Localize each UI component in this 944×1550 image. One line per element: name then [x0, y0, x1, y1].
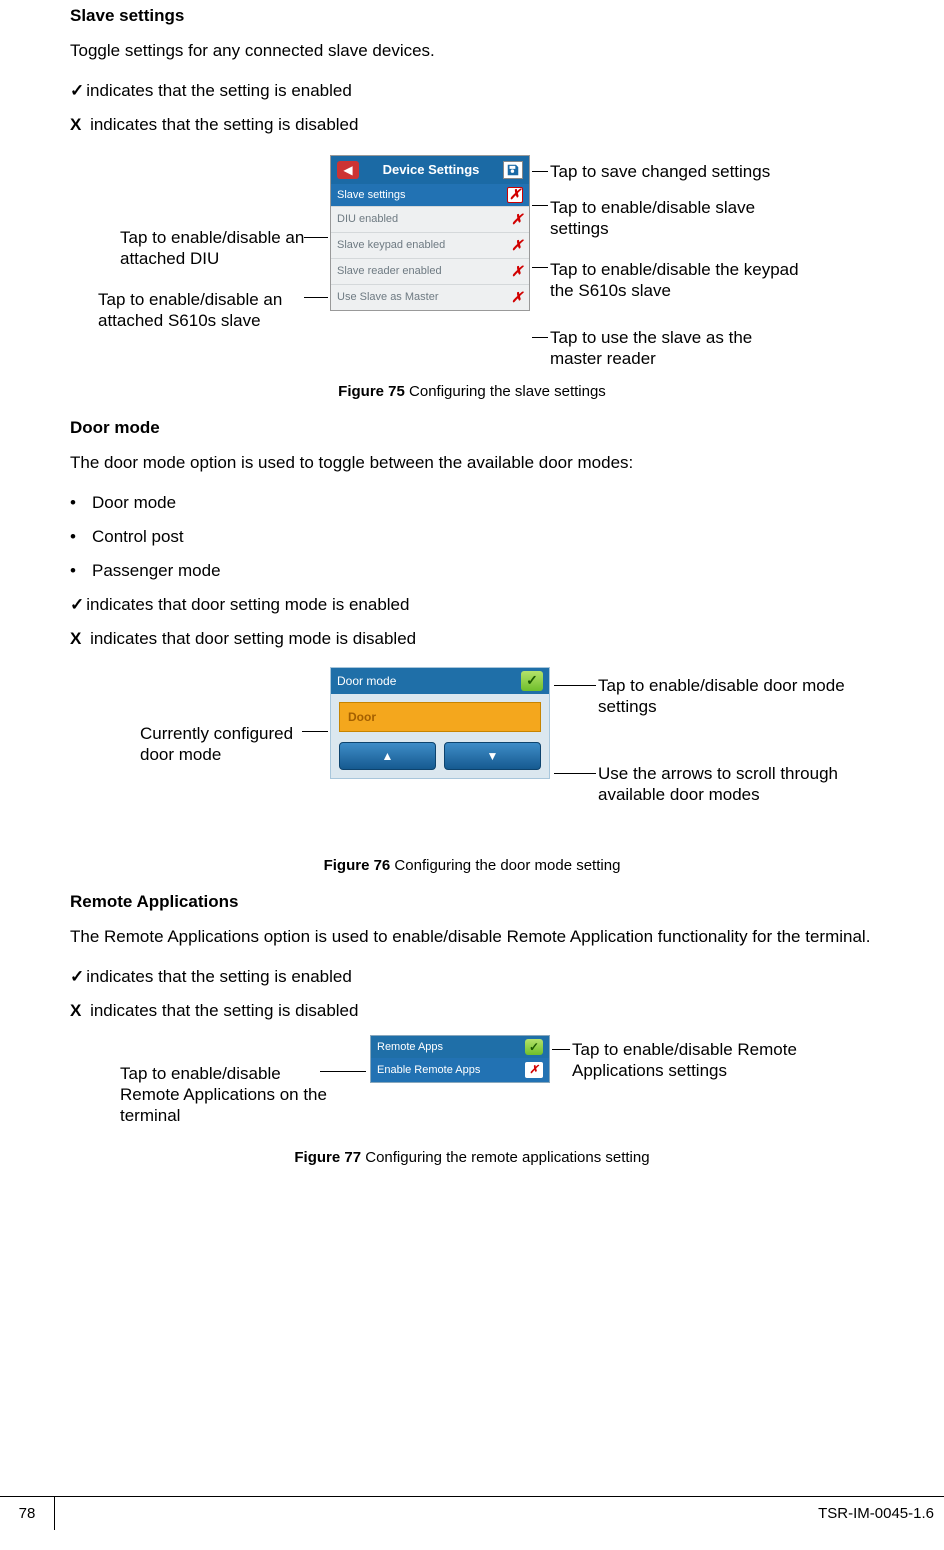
enable-remote-apps-toggle-icon[interactable]: ✗ [525, 1062, 543, 1078]
figure-77-diagram: Remote Apps ✓ Enable Remote Apps ✗ Tap t… [70, 1035, 874, 1135]
save-icon[interactable] [503, 161, 523, 179]
arrow-down-button[interactable]: ▼ [444, 742, 541, 770]
door-mode-toggle-icon[interactable]: ✓ [521, 671, 543, 691]
master-toggle-icon[interactable]: ✗ [511, 289, 523, 306]
callout-diu: Tap to enable/disable an attached DIU [120, 227, 320, 270]
row-keypad: Slave keypad enabled [337, 239, 445, 251]
keypad-toggle-icon[interactable]: ✗ [511, 237, 523, 254]
page-footer: 78 TSR-IM-0045-1.6 [0, 1496, 944, 1530]
x-icon [70, 1001, 85, 1020]
heading-slave-settings: Slave settings [70, 6, 874, 26]
heading-remote-apps: Remote Applications [70, 892, 874, 912]
callout-keypad: Tap to enable/disable the keypad the S61… [550, 259, 810, 302]
callout-door-toggle: Tap to enable/disable door mode settings [598, 675, 858, 718]
list-item: Control post [70, 527, 874, 547]
callout-door-arrows: Use the arrows to scroll through availab… [598, 763, 878, 806]
list-item: Door mode [70, 493, 874, 513]
slave-intro: Toggle settings for any connected slave … [70, 40, 874, 63]
document-id: TSR-IM-0045-1.6 [55, 1497, 944, 1530]
slave-x-text: indicates that the setting is disabled [85, 115, 358, 134]
door-current-mode: Door [339, 702, 541, 732]
check-icon [70, 967, 86, 986]
check-icon [70, 595, 86, 614]
callout-slave-toggle: Tap to enable/disable slave settings [550, 197, 760, 240]
remote-apps-toggle-icon[interactable]: ✓ [525, 1039, 543, 1055]
slave-settings-toggle-icon[interactable]: ✗ [507, 187, 523, 203]
heading-door-mode: Door mode [70, 418, 874, 438]
row-master: Use Slave as Master [337, 291, 438, 303]
x-icon [70, 115, 85, 134]
figure-75-caption: Figure 75 Configuring the slave settings [70, 383, 874, 400]
device-settings-title: Device Settings [383, 162, 480, 177]
figure-76-caption: Figure 76 Configuring the door mode sett… [70, 857, 874, 874]
door-mode-list: Door mode Control post Passenger mode [70, 493, 874, 581]
callout-save: Tap to save changed settings [550, 161, 770, 182]
door-mode-panel: Door mode ✓ Door ▲ ▼ [330, 667, 550, 779]
callout-master: Tap to use the slave as the master reade… [550, 327, 780, 370]
arrow-up-button[interactable]: ▲ [339, 742, 436, 770]
door-mode-title: Door mode [337, 674, 396, 688]
remote-apps-title: Remote Apps [377, 1041, 443, 1053]
door-intro: The door mode option is used to toggle b… [70, 452, 874, 475]
figure-75-diagram: ◀ Device Settings Slave settings ✗ DIU e… [70, 149, 874, 369]
slave-settings-label: Slave settings [337, 189, 405, 201]
check-icon [70, 81, 86, 100]
remote-check-text: indicates that the setting is enabled [86, 967, 352, 986]
page-number: 78 [0, 1497, 55, 1530]
row-diu: DIU enabled [337, 213, 398, 225]
back-icon[interactable]: ◀ [337, 161, 359, 179]
remote-intro: The Remote Applications option is used t… [70, 926, 874, 949]
callout-s610: Tap to enable/disable an attached S610s … [98, 289, 323, 332]
figure-77-caption: Figure 77 Configuring the remote applica… [70, 1149, 874, 1166]
callout-remote-terminal: Tap to enable/disable Remote Application… [120, 1063, 340, 1127]
door-check-text: indicates that door setting mode is enab… [86, 595, 409, 614]
reader-toggle-icon[interactable]: ✗ [511, 263, 523, 280]
device-settings-panel: ◀ Device Settings Slave settings ✗ DIU e… [330, 155, 530, 311]
x-icon [70, 629, 85, 648]
row-reader: Slave reader enabled [337, 265, 442, 277]
remote-apps-panel: Remote Apps ✓ Enable Remote Apps ✗ [370, 1035, 550, 1083]
callout-remote-toggle: Tap to enable/disable Remote Application… [572, 1039, 852, 1082]
callout-door-current: Currently configured door mode [140, 723, 320, 766]
figure-76-diagram: Door mode ✓ Door ▲ ▼ Tap to enable/disab… [70, 663, 874, 843]
door-x-text: indicates that door setting mode is disa… [85, 629, 416, 648]
enable-remote-apps-label: Enable Remote Apps [377, 1064, 480, 1076]
diu-toggle-icon[interactable]: ✗ [511, 211, 523, 228]
list-item: Passenger mode [70, 561, 874, 581]
slave-check-text: indicates that the setting is enabled [86, 81, 352, 100]
remote-x-text: indicates that the setting is disabled [85, 1001, 358, 1020]
